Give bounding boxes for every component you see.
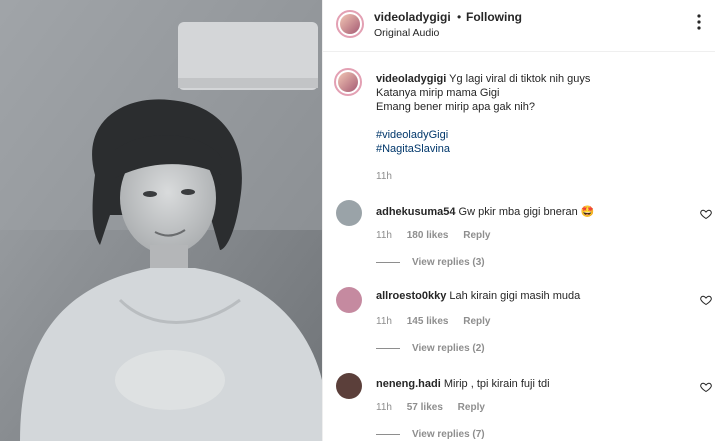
replies-divider-line — [376, 347, 400, 349]
comment-likes[interactable]: 57 likes — [407, 402, 443, 413]
commenter-avatar[interactable] — [336, 373, 362, 399]
view-replies-button[interactable]: View replies (2) — [376, 343, 485, 354]
caption-line-1: Yg lagi viral di tiktok nih guys — [449, 73, 591, 85]
comment-meta: 11h 57 likes Reply — [376, 402, 497, 413]
caption-author-avatar[interactable] — [334, 68, 362, 96]
author-username[interactable]: videoladygigi — [374, 10, 451, 24]
original-audio-link[interactable]: Original Audio — [374, 27, 439, 39]
replies-divider-line — [376, 261, 400, 263]
comment-time[interactable]: 11h — [376, 316, 392, 327]
post-caption: videoladygigi Yg lagi viral di tiktok ni… — [376, 72, 706, 156]
comment-username[interactable]: neneng.hadi — [376, 378, 441, 390]
reply-button[interactable]: Reply — [463, 316, 490, 327]
commenter-avatar[interactable] — [336, 200, 362, 226]
post-video[interactable] — [0, 0, 322, 441]
post-header: videoladygigi • Following Original Audio — [323, 0, 715, 52]
view-replies-button[interactable]: View replies (3) — [376, 257, 485, 268]
comment-likes[interactable]: 145 likes — [407, 316, 449, 327]
caption-line-2: Katanya mirip mama Gigi — [376, 87, 500, 99]
comment-body: Gw pkir mba gigi bneran 🤩 — [458, 206, 595, 218]
comment-time[interactable]: 11h — [376, 402, 392, 413]
hashtag-videoladygigi[interactable]: #videoladyGigi — [376, 128, 706, 142]
caption-username[interactable]: videoladygigi — [376, 73, 446, 85]
comment-text: neneng.hadi Mirip , tpi kirain fuji tdi — [376, 378, 550, 390]
comment-text: allroesto0kky Lah kirain gigi masih muda — [376, 290, 580, 302]
comment-item: adhekusuma54 Gw pkir mba gigi bneran 🤩 1… — [323, 200, 715, 286]
following-button[interactable]: Following — [466, 10, 522, 24]
comment-meta: 11h 145 likes Reply — [376, 316, 502, 327]
comment-username[interactable]: allroesto0kky — [376, 290, 446, 302]
comment-item: neneng.hadi Mirip , tpi kirain fuji tdi … — [323, 373, 715, 441]
replies-divider-line — [376, 433, 400, 435]
comment-meta: 11h 180 likes Reply — [376, 230, 502, 241]
heart-icon[interactable] — [700, 208, 712, 220]
comment-body: Mirip , tpi kirain fuji tdi — [443, 378, 550, 390]
comment-body: Lah kirain gigi masih muda — [449, 290, 581, 302]
comment-time[interactable]: 11h — [376, 230, 392, 241]
caption-line-3: Emang bener mirip apa gak nih? — [376, 101, 535, 113]
post-details-panel: videoladygigi • Following Original Audio… — [322, 0, 715, 441]
reply-button[interactable]: Reply — [458, 402, 485, 413]
comment-item: allroesto0kky Lah kirain gigi masih muda… — [323, 287, 715, 373]
video-frame — [0, 0, 322, 441]
heart-icon[interactable] — [700, 381, 712, 393]
more-options-icon[interactable] — [691, 12, 707, 32]
heart-icon[interactable] — [700, 294, 712, 306]
author-avatar[interactable] — [336, 10, 364, 38]
reply-button[interactable]: Reply — [463, 230, 490, 241]
comment-text: adhekusuma54 Gw pkir mba gigi bneran 🤩 — [376, 205, 595, 218]
hashtag-nagitaslavina[interactable]: #NagitaSlavina — [376, 142, 706, 156]
separator-dot: • — [457, 10, 462, 24]
view-replies-button[interactable]: View replies (7) — [376, 429, 485, 440]
caption-timestamp[interactable]: 11h — [376, 171, 392, 182]
commenter-avatar[interactable] — [336, 287, 362, 313]
comment-likes[interactable]: 180 likes — [407, 230, 449, 241]
comment-username[interactable]: adhekusuma54 — [376, 206, 455, 218]
